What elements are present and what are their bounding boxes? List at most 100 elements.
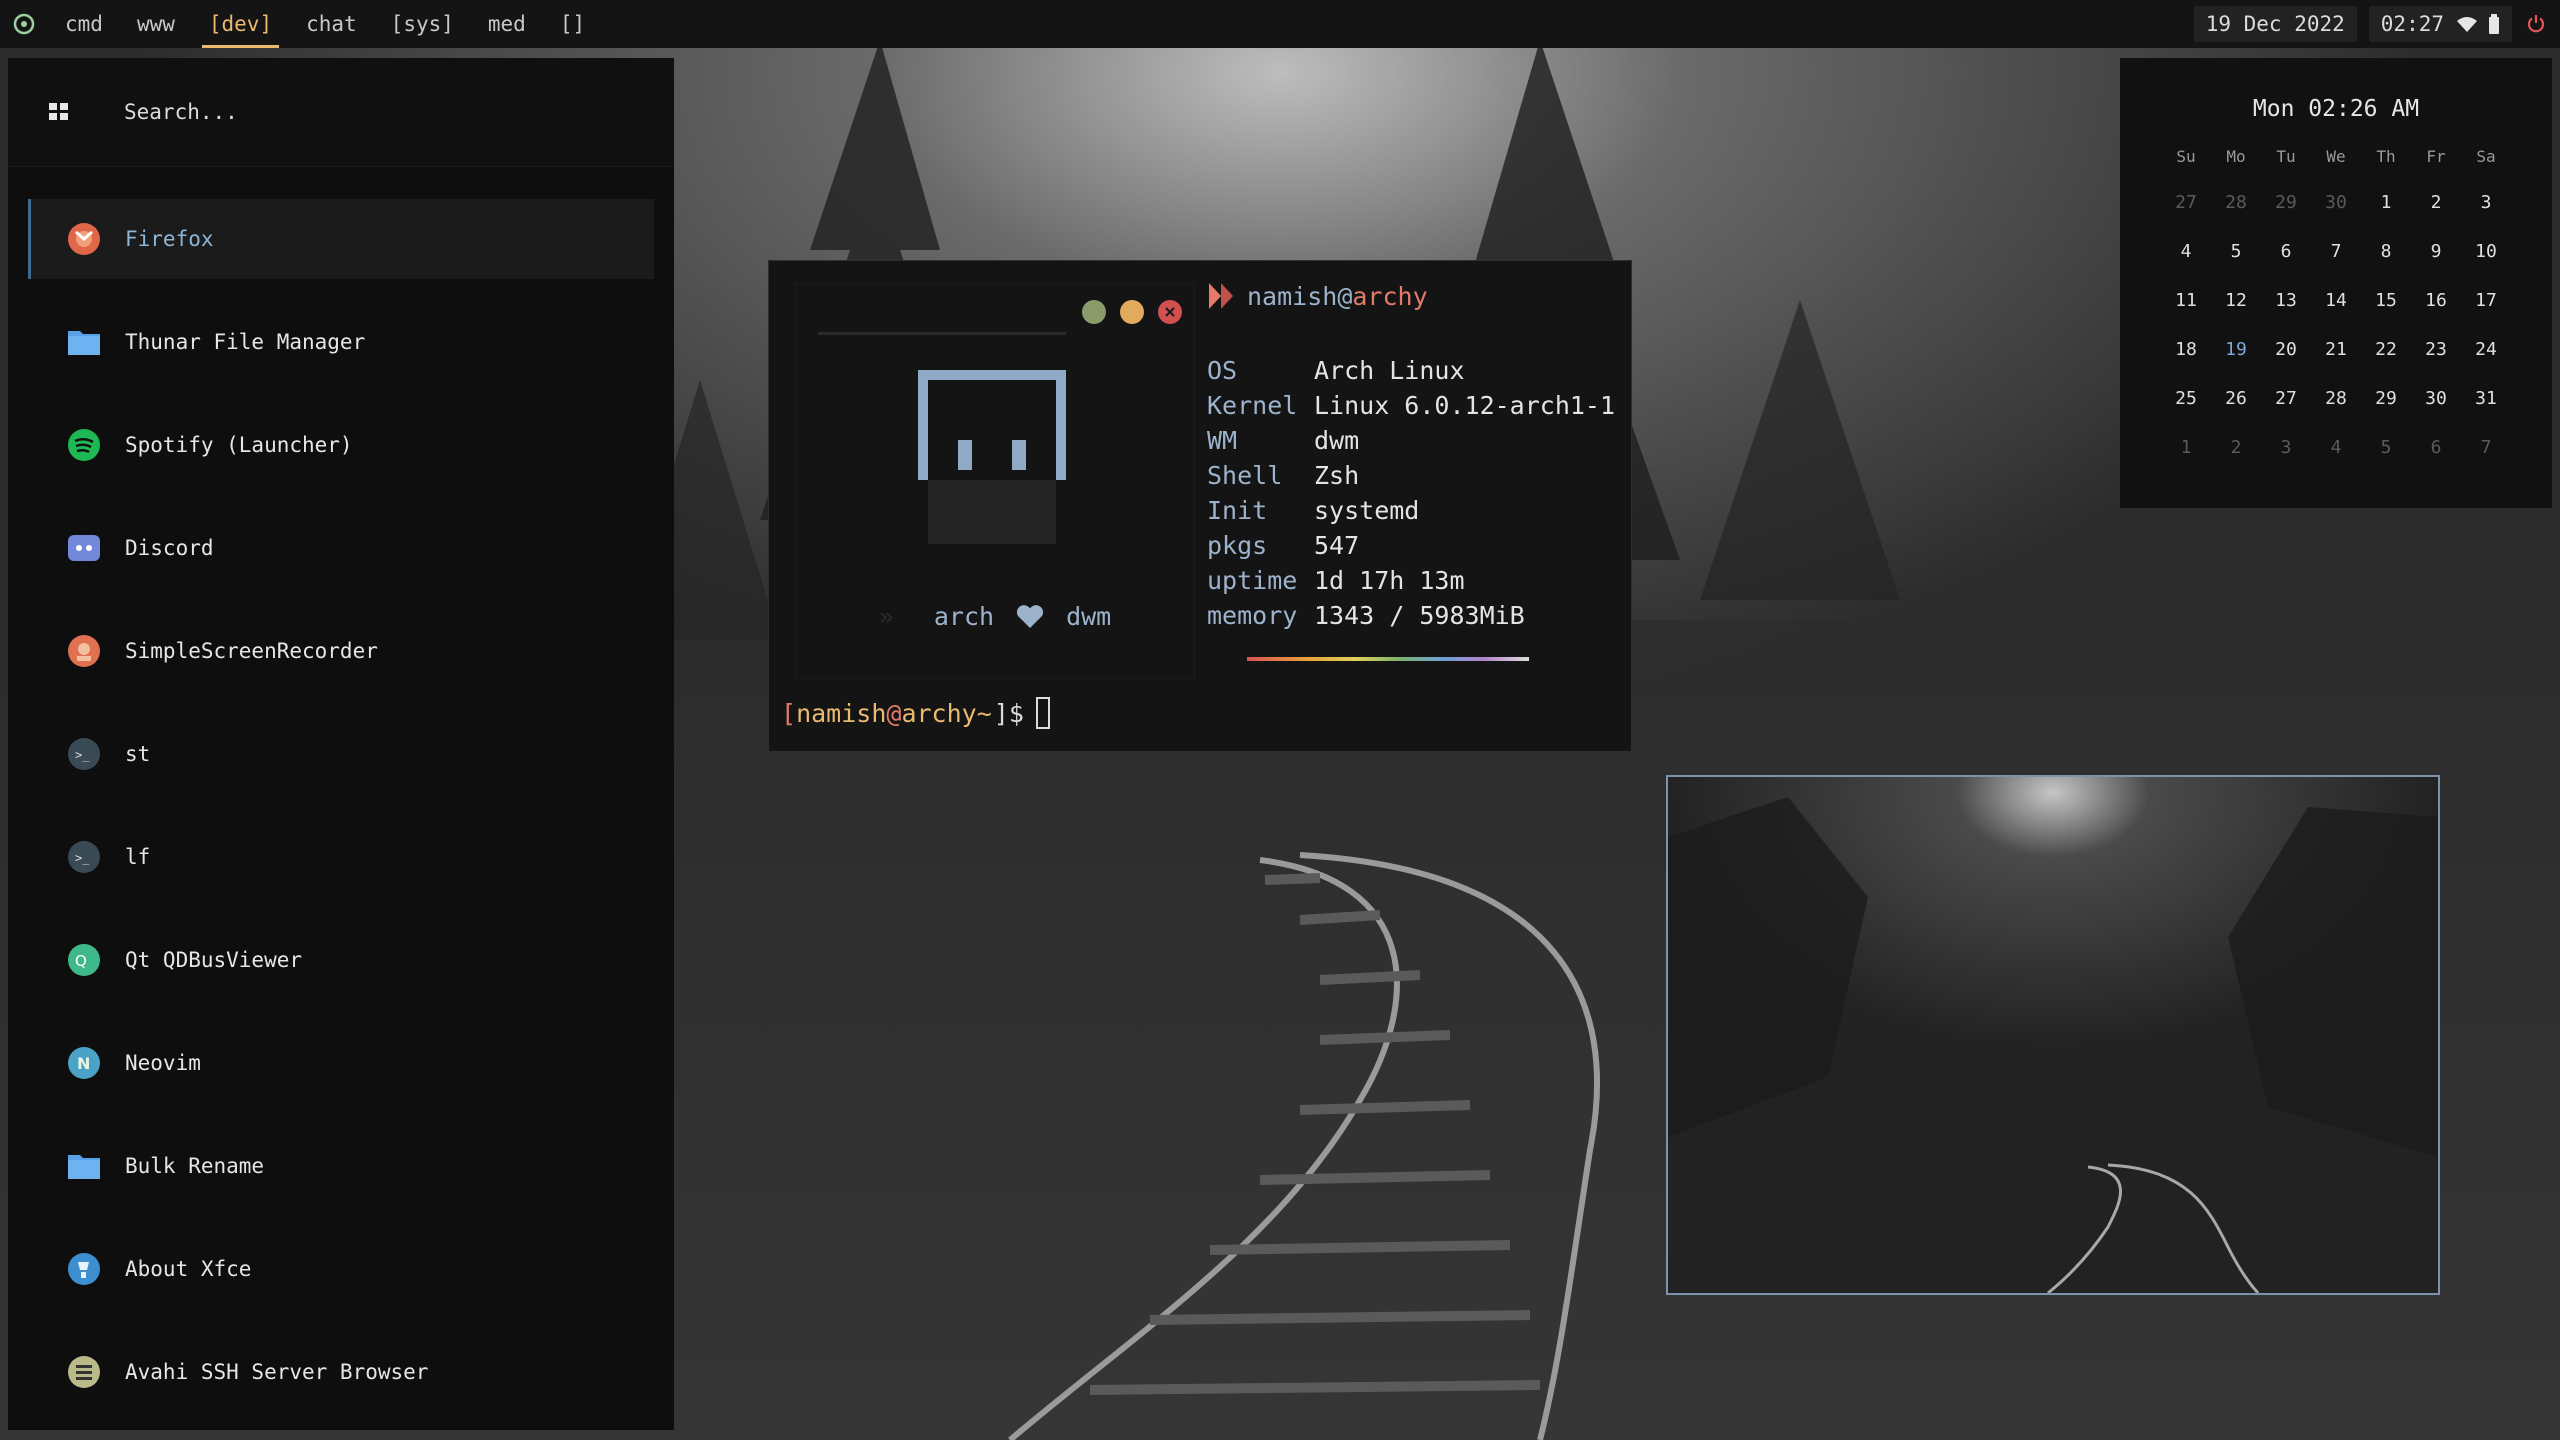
search-input[interactable]: Search... xyxy=(124,100,238,124)
workspace-tag[interactable]: [dev] xyxy=(192,0,289,48)
calendar-day[interactable]: 2 xyxy=(2211,423,2261,472)
calendar-day[interactable]: 11 xyxy=(2161,276,2211,325)
calendar-day[interactable]: 6 xyxy=(2261,227,2311,276)
launcher-item[interactable]: >_ st xyxy=(28,714,654,794)
launcher-item[interactable]: Thunar File Manager xyxy=(28,302,654,382)
art-caption: » arch dwm xyxy=(796,602,1194,631)
calendar-day[interactable]: 21 xyxy=(2311,325,2361,374)
calendar-day[interactable]: 2 xyxy=(2411,178,2461,227)
calendar-day[interactable]: 27 xyxy=(2261,374,2311,423)
color-palette-bar xyxy=(1247,657,1529,661)
calendar-day[interactable]: 26 xyxy=(2211,374,2261,423)
calendar-week: 18 19 20 21 22 23 24 xyxy=(2161,325,2511,374)
weekday-header: Su Mo Tu We Th Fr Sa xyxy=(2161,134,2511,178)
shell-prompt[interactable]: [namish @ archy ~]$ xyxy=(781,697,1050,729)
terminal-window[interactable]: » arch dwm namish @ archy OS Arch Linux Kern… xyxy=(768,260,1632,752)
calendar-day[interactable]: 1 xyxy=(2161,423,2211,472)
calendar-day[interactable]: 23 xyxy=(2411,325,2461,374)
calendar-day[interactable]: 12 xyxy=(2211,276,2261,325)
double-chevron-icon: » xyxy=(878,602,894,631)
workspace-tag[interactable]: cmd xyxy=(48,0,120,48)
calendar-day[interactable]: 18 xyxy=(2161,325,2211,374)
launcher-item[interactable]: Spotify (Launcher) xyxy=(28,405,654,485)
calendar-day[interactable]: 15 xyxy=(2361,276,2411,325)
calendar-day[interactable]: 31 xyxy=(2461,374,2511,423)
calendar-day[interactable]: 20 xyxy=(2261,325,2311,374)
launcher-item[interactable]: Firefox xyxy=(28,199,654,279)
calendar-day[interactable]: 4 xyxy=(2311,423,2361,472)
workspace-tag[interactable]: chat xyxy=(289,0,374,48)
ascii-art-pane: » arch dwm xyxy=(795,283,1195,679)
calendar-day[interactable]: 13 xyxy=(2261,276,2311,325)
fetch-at: @ xyxy=(1337,281,1353,311)
date-display: 19 Dec 2022 xyxy=(2193,6,2357,42)
prompt-host: archy xyxy=(901,698,977,728)
calendar-day[interactable]: 6 xyxy=(2411,423,2461,472)
minimize-button[interactable] xyxy=(1082,300,1106,324)
calendar-day[interactable]: 5 xyxy=(2361,423,2411,472)
weekday-label: Th xyxy=(2376,146,2396,166)
power-icon[interactable] xyxy=(2512,14,2560,34)
calendar-day[interactable]: 29 xyxy=(2361,374,2411,423)
info-row: WM dwm xyxy=(1207,423,1615,458)
calendar-day[interactable]: 16 xyxy=(2411,276,2461,325)
calendar-day[interactable]: 8 xyxy=(2361,227,2411,276)
calendar-day[interactable]: 29 xyxy=(2261,178,2311,227)
calendar-day[interactable]: 27 xyxy=(2161,178,2211,227)
launcher-item[interactable]: >_ lf xyxy=(28,817,654,897)
launcher-item[interactable]: Avahi SSH Server Browser xyxy=(28,1332,654,1412)
calendar-day[interactable]: 17 xyxy=(2461,276,2511,325)
calendar-day[interactable]: 30 xyxy=(2311,178,2361,227)
apps-grid-icon xyxy=(49,103,68,120)
calendar-day[interactable]: 5 xyxy=(2211,227,2261,276)
calendar-week: 11 12 13 14 15 16 17 xyxy=(2161,276,2511,325)
arch-logo-icon[interactable] xyxy=(0,0,48,48)
prompt-path: ~ xyxy=(976,698,992,728)
launcher-search[interactable]: Search... xyxy=(8,58,674,167)
workspace-tags: cmd www [dev] chat [sys] med[] xyxy=(48,0,602,48)
launcher-item[interactable]: SimpleScreenRecorder xyxy=(28,611,654,691)
prompt-user: namish xyxy=(796,698,887,728)
calendar-day[interactable]: 7 xyxy=(2311,227,2361,276)
weekday-label: Sa xyxy=(2476,146,2496,166)
calendar-day[interactable]: 1 xyxy=(2361,178,2411,227)
calendar-day[interactable]: 7 xyxy=(2461,423,2511,472)
calendar-day[interactable]: 30 xyxy=(2411,374,2461,423)
info-value: Zsh xyxy=(1314,461,1360,490)
info-key: Kernel xyxy=(1207,391,1298,420)
system-info: OS Arch Linux Kernel Linux 6.0.12-arch1-1 WM… xyxy=(1207,353,1615,633)
calendar-day[interactable]: 4 xyxy=(2161,227,2211,276)
launcher-item[interactable]: About Xfce xyxy=(28,1229,654,1309)
terminal-icon: >_ xyxy=(68,738,100,770)
launcher-item[interactable]: N Neovim xyxy=(28,1023,654,1103)
wifi-icon[interactable] xyxy=(2456,15,2478,33)
text-cursor[interactable] xyxy=(1035,697,1050,729)
calendar-day[interactable]: 3 xyxy=(2461,178,2511,227)
launcher-item[interactable]: Bulk Rename xyxy=(28,1126,654,1206)
workspace-tag[interactable]: [] xyxy=(543,0,602,48)
workspace-tag[interactable]: med xyxy=(471,0,543,48)
launcher-item[interactable]: Q Qt QDBusViewer xyxy=(28,920,654,1000)
heart-icon xyxy=(1016,604,1044,628)
calendar-day[interactable]: 24 xyxy=(2461,325,2511,374)
calendar-day[interactable]: 28 xyxy=(2211,178,2261,227)
calendar-day-today[interactable]: 19 xyxy=(2211,325,2261,374)
calendar-day[interactable]: 3 xyxy=(2261,423,2311,472)
weekday-label: Su xyxy=(2176,146,2196,166)
calendar-day[interactable]: 28 xyxy=(2311,374,2361,423)
workspace-tag[interactable]: [sys] xyxy=(374,0,471,48)
window-preview[interactable] xyxy=(1666,775,2440,1295)
calendar-day[interactable]: 25 xyxy=(2161,374,2211,423)
launcher-item[interactable]: Discord xyxy=(28,508,654,588)
calendar-day[interactable]: 9 xyxy=(2411,227,2461,276)
calendar-day[interactable]: 10 xyxy=(2461,227,2511,276)
calendar-day[interactable]: 22 xyxy=(2361,325,2411,374)
calendar-day[interactable]: 14 xyxy=(2311,276,2361,325)
close-button[interactable] xyxy=(1158,300,1182,324)
info-value: 547 xyxy=(1314,531,1360,560)
maximize-button[interactable] xyxy=(1120,300,1144,324)
workspace-tag[interactable]: www xyxy=(120,0,192,48)
info-value: 1343 / 5983MiB xyxy=(1314,601,1525,630)
info-value: dwm xyxy=(1314,426,1360,455)
battery-icon[interactable] xyxy=(2488,14,2500,34)
